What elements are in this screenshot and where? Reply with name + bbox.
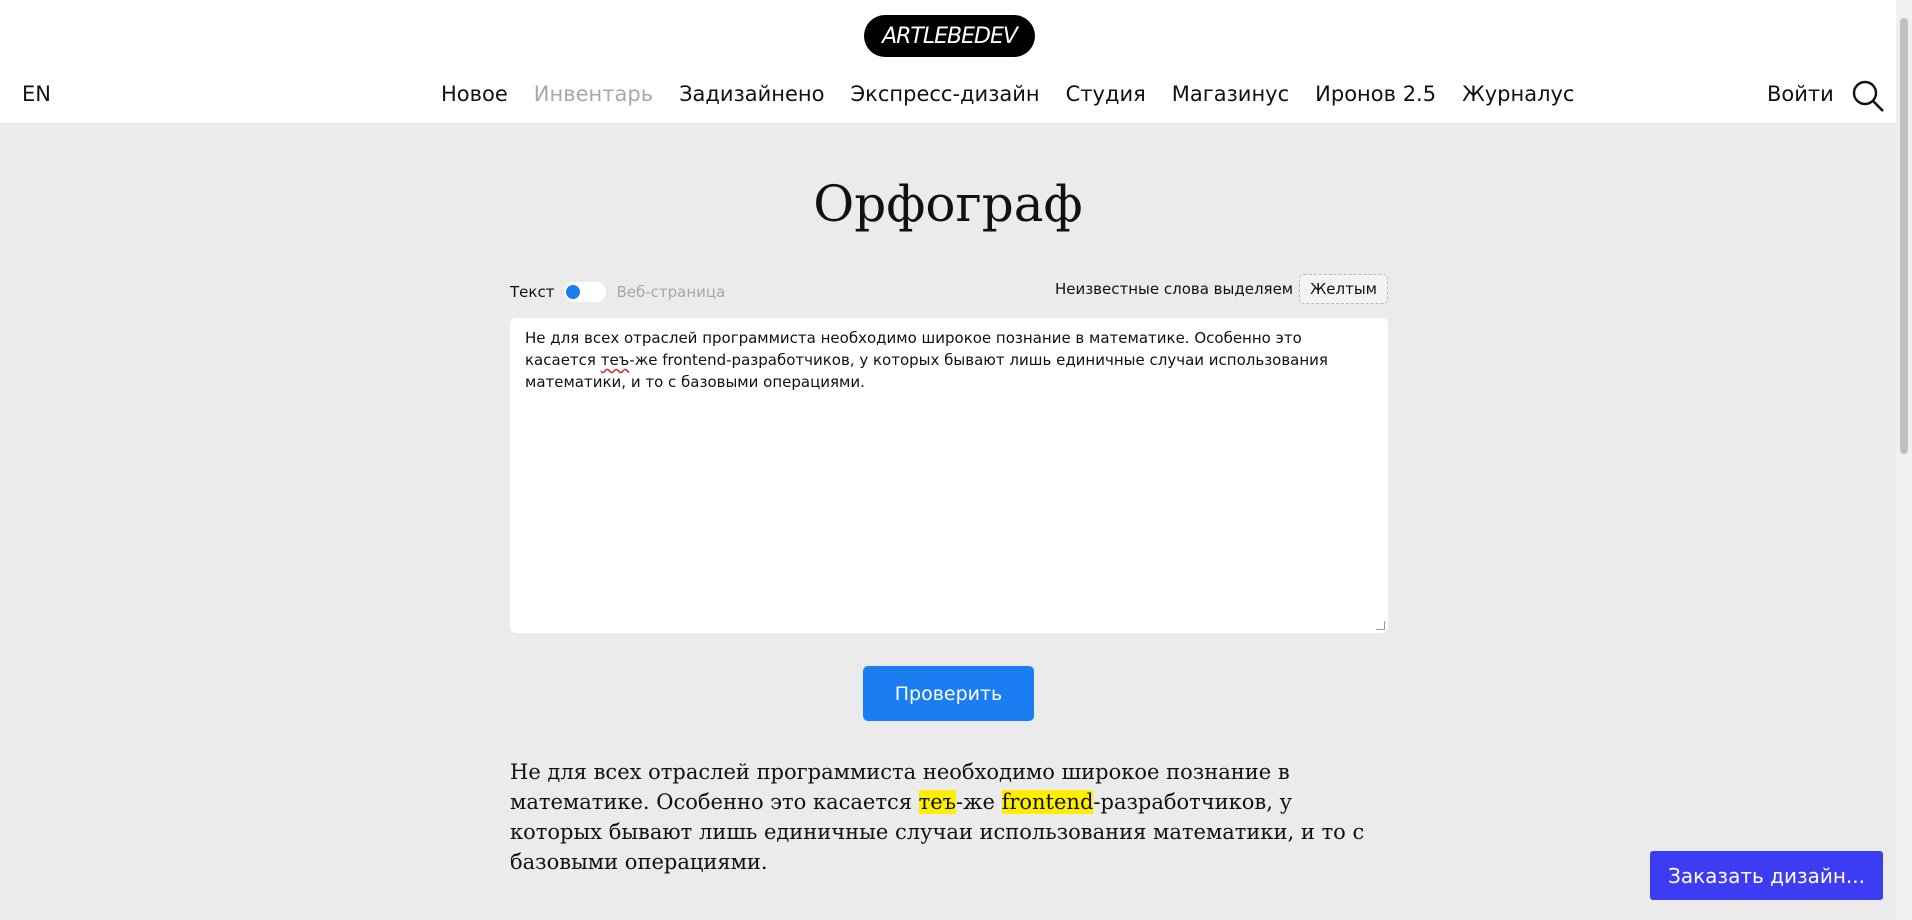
nav-item-shop[interactable]: Магазинус [1172,82,1289,106]
mode-toggle[interactable] [564,282,607,302]
order-design-button[interactable]: Заказать дизайн... [1650,851,1883,900]
nav-item-designed[interactable]: Задизайнено [679,82,824,106]
highlighted-word: теъ [918,790,957,814]
input-text-part2: -же frontend-разработчиков, у которых бы… [525,351,1328,391]
mode-switch: Текст Веб-страница [510,282,725,302]
resize-handle[interactable] [1376,621,1385,630]
page-scrollbar[interactable] [1896,0,1912,920]
site-header: ARTLEBEDEV EN Новое Инвентарь Задизайнен… [0,0,1896,123]
nav-item-new[interactable]: Новое [441,82,508,106]
language-switch[interactable]: EN [22,82,51,106]
search-icon[interactable] [1852,80,1884,112]
mode-text-label[interactable]: Текст [510,283,554,301]
highlight-control: Неизвестные слова выделяем Желтым [1055,274,1388,304]
check-button[interactable]: Проверить [863,666,1034,721]
result-part2: -же [956,790,1002,814]
scrollbar-thumb[interactable] [1900,18,1908,454]
nav-item-journal[interactable]: Журналус [1462,82,1574,106]
toggle-knob [566,285,581,299]
mode-web-label[interactable]: Веб-страница [616,283,725,301]
nav-item-studio[interactable]: Студия [1066,82,1146,106]
main-nav: Новое Инвентарь Задизайнено Экспресс-диз… [441,82,1574,106]
login-link[interactable]: Войти [1767,82,1834,106]
nav-item-inventory[interactable]: Инвентарь [534,82,653,106]
logo[interactable]: ARTLEBEDEV [864,15,1035,57]
misspelled-word[interactable]: теъ [601,351,630,369]
highlight-color-select[interactable]: Желтым [1299,274,1388,304]
page-title: Орфограф [813,175,1083,233]
result-text: Не для всех отраслей программиста необхо… [510,757,1390,877]
nav-item-express[interactable]: Экспресс-дизайн [851,82,1040,106]
text-input[interactable]: Не для всех отраслей программиста необхо… [510,318,1388,633]
nav-item-ironov[interactable]: Иронов 2.5 [1315,82,1436,106]
highlighted-word: frontend [1001,790,1094,814]
highlight-label: Неизвестные слова выделяем [1054,280,1294,298]
